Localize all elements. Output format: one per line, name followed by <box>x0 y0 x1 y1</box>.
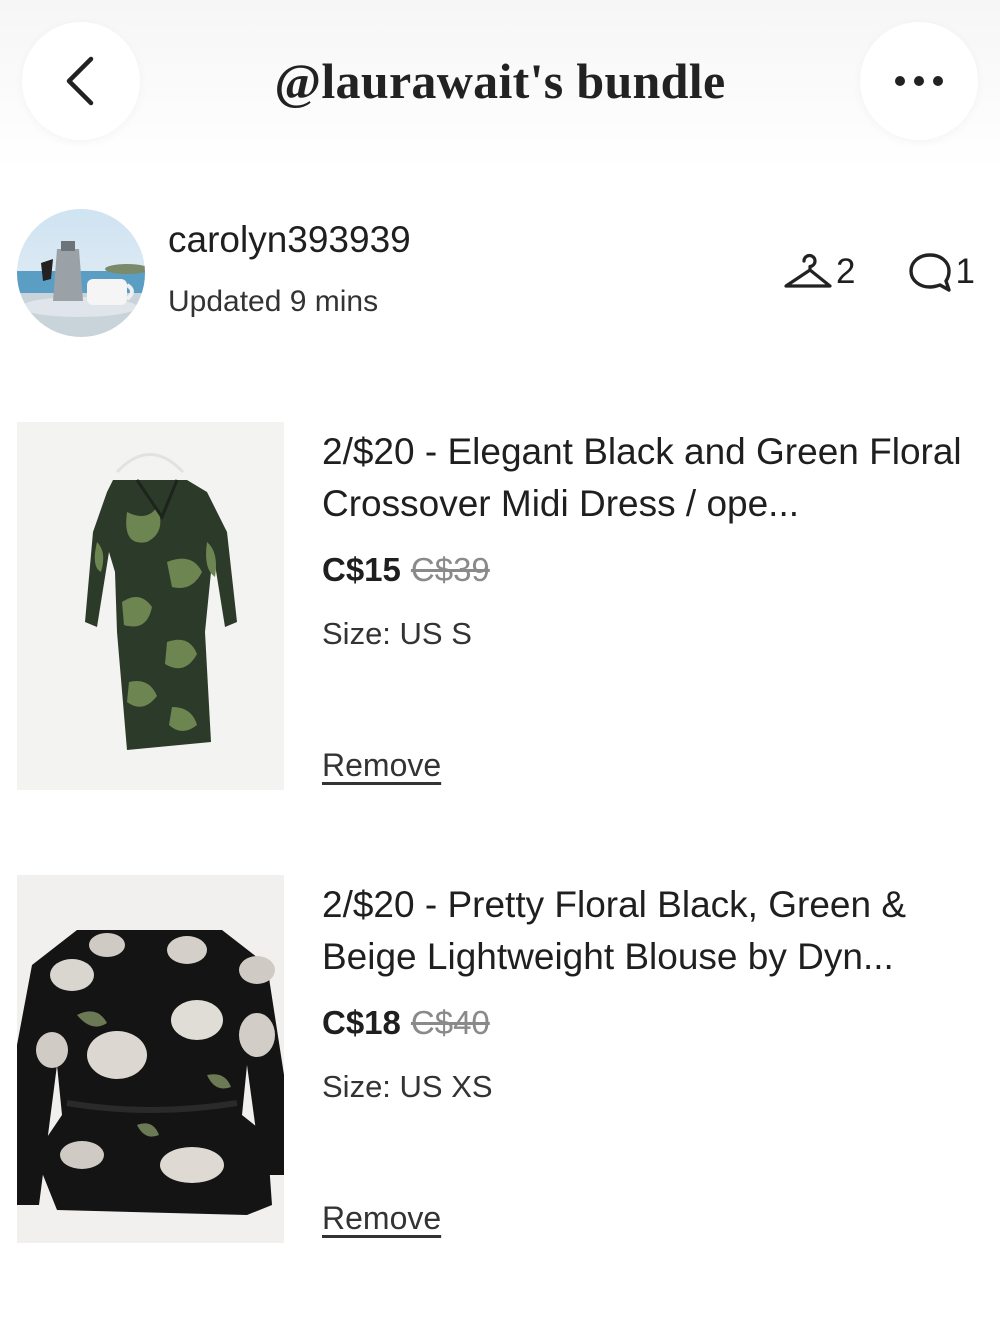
updated-timestamp: Updated 9 mins <box>168 285 379 318</box>
item-price: C$18 <box>322 1004 401 1041</box>
more-options-button[interactable] <box>860 22 978 140</box>
original-price: C$39 <box>410 551 490 588</box>
item-title[interactable]: 2/$20 - Elegant Black and Green Floral C… <box>322 426 982 530</box>
remove-button[interactable]: Remove <box>322 1200 441 1237</box>
remove-button[interactable]: Remove <box>322 747 441 784</box>
item-title[interactable]: 2/$20 - Pretty Floral Black, Green & Bei… <box>322 879 982 983</box>
dress-image <box>17 422 284 790</box>
page-title: @laurawait's bundle <box>274 53 726 109</box>
hanger-icon <box>784 253 832 288</box>
top-bar: @laurawait's bundle <box>0 0 1000 170</box>
blouse-image <box>17 875 284 1243</box>
items-count-stat[interactable]: 2 <box>782 252 855 292</box>
comment-bubble-icon <box>909 253 952 292</box>
original-price: C$40 <box>410 1004 490 1041</box>
bundle-stats: 2 1 <box>782 250 975 294</box>
comments-count: 1 <box>955 252 975 291</box>
avatar-image <box>17 209 145 337</box>
comments-count-stat[interactable]: 1 <box>907 251 975 293</box>
item-thumbnail[interactable] <box>17 875 284 1243</box>
item-size: Size: US S <box>322 616 472 651</box>
item-thumbnail[interactable] <box>17 422 284 790</box>
items-count: 2 <box>836 252 856 291</box>
item-size: Size: US XS <box>322 1069 493 1104</box>
bundle-item: 2/$20 - Pretty Floral Black, Green & Bei… <box>0 875 1000 1243</box>
price-row: C$15 C$39 <box>322 550 490 590</box>
more-horizontal-icon <box>895 76 943 86</box>
seller-username[interactable]: carolyn393939 <box>168 219 411 261</box>
chevron-left-icon <box>66 56 94 106</box>
seller-avatar[interactable] <box>17 209 145 337</box>
back-button[interactable] <box>22 22 140 140</box>
bundle-item: 2/$20 - Elegant Black and Green Floral C… <box>0 422 1000 790</box>
item-price: C$15 <box>322 551 401 588</box>
price-row: C$18 C$40 <box>322 1003 490 1043</box>
